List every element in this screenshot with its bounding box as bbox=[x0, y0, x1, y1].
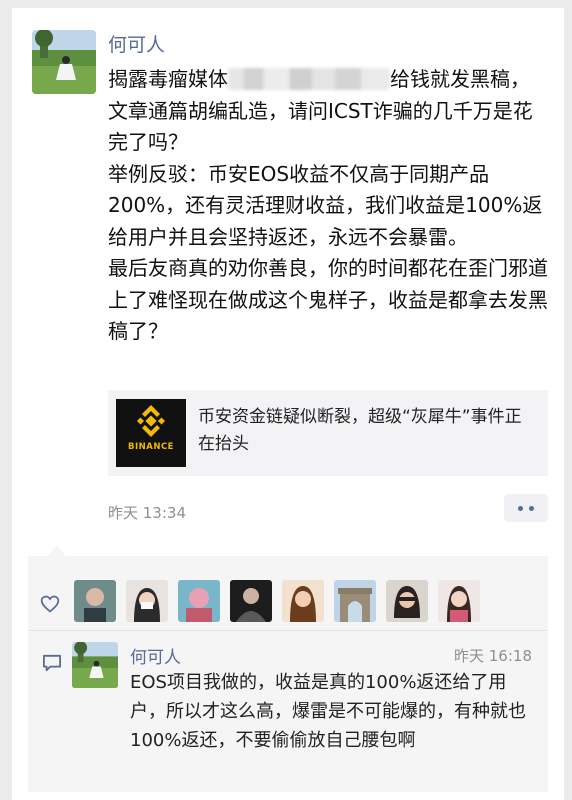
comment-text: EOS项目我做的，收益是真的100%返还给了用户，所以才这么高，爆雷是不可能爆的… bbox=[130, 672, 526, 751]
post-paragraph: 最后友商真的劝你善良，你的时间都花在歪门邪道上了难怪现在做成这个鬼样子，收益是都… bbox=[108, 256, 548, 343]
commenter-name[interactable]: 何可人 bbox=[130, 643, 181, 668]
liker-avatar[interactable] bbox=[230, 580, 272, 622]
liker-avatar[interactable] bbox=[178, 580, 220, 622]
comments-section: 何可人 昨天 16:18 EOS项目我做的，收益是真的100%返还给了用户，所以… bbox=[28, 546, 548, 792]
likes-row bbox=[28, 564, 548, 628]
post-text-segment: 揭露毒瘤媒体 bbox=[108, 67, 228, 91]
more-options-button[interactable] bbox=[504, 494, 548, 522]
binance-logo: BINANCE bbox=[116, 399, 186, 467]
comment-time: 昨天 16:18 bbox=[454, 647, 532, 665]
liker-avatar[interactable] bbox=[334, 580, 376, 622]
post-time: 昨天 13:34 bbox=[108, 504, 186, 522]
binance-logo-text: BINANCE bbox=[128, 442, 174, 452]
redacted-text bbox=[228, 68, 390, 90]
author-avatar[interactable] bbox=[32, 30, 96, 94]
divider bbox=[28, 630, 548, 631]
liker-avatar[interactable] bbox=[438, 580, 480, 622]
post-text: 揭露毒瘤媒体 给钱就发黑稿，文章通篇胡编乱造，请问ICST诈骗的几千万是花完了吗？… bbox=[108, 64, 548, 348]
liker-avatar[interactable] bbox=[74, 580, 116, 622]
article-title: 币安资金链疑似断裂，超级“灰犀牛”事件正在抬头 bbox=[198, 407, 522, 454]
post-paragraph: 揭露毒瘤媒体 给钱就发黑稿，文章通篇胡编乱造，请问ICST诈骗的几千万是花完了吗？ bbox=[108, 64, 548, 159]
moments-post-card: 何可人 揭露毒瘤媒体 给钱就发黑稿，文章通篇胡编乱造，请问ICST诈骗的几千万是花… bbox=[12, 8, 564, 800]
liker-avatar[interactable] bbox=[386, 580, 428, 622]
post-paragraph: 举例反驳：币安EOS收益不仅高于同期产品200%，还有灵活理财收益，我们收益是1… bbox=[108, 161, 543, 249]
commenter-avatar[interactable] bbox=[72, 642, 118, 688]
shared-article-link[interactable]: BINANCE 币安资金链疑似断裂，超级“灰犀牛”事件正在抬头 bbox=[108, 390, 548, 476]
dot-icon bbox=[518, 505, 523, 511]
liker-avatar[interactable] bbox=[282, 580, 324, 622]
dot-icon bbox=[529, 505, 534, 511]
heart-icon bbox=[40, 595, 60, 613]
comment-icon bbox=[43, 654, 61, 672]
liker-avatar[interactable] bbox=[126, 580, 168, 622]
author-name[interactable]: 何可人 bbox=[108, 30, 165, 57]
